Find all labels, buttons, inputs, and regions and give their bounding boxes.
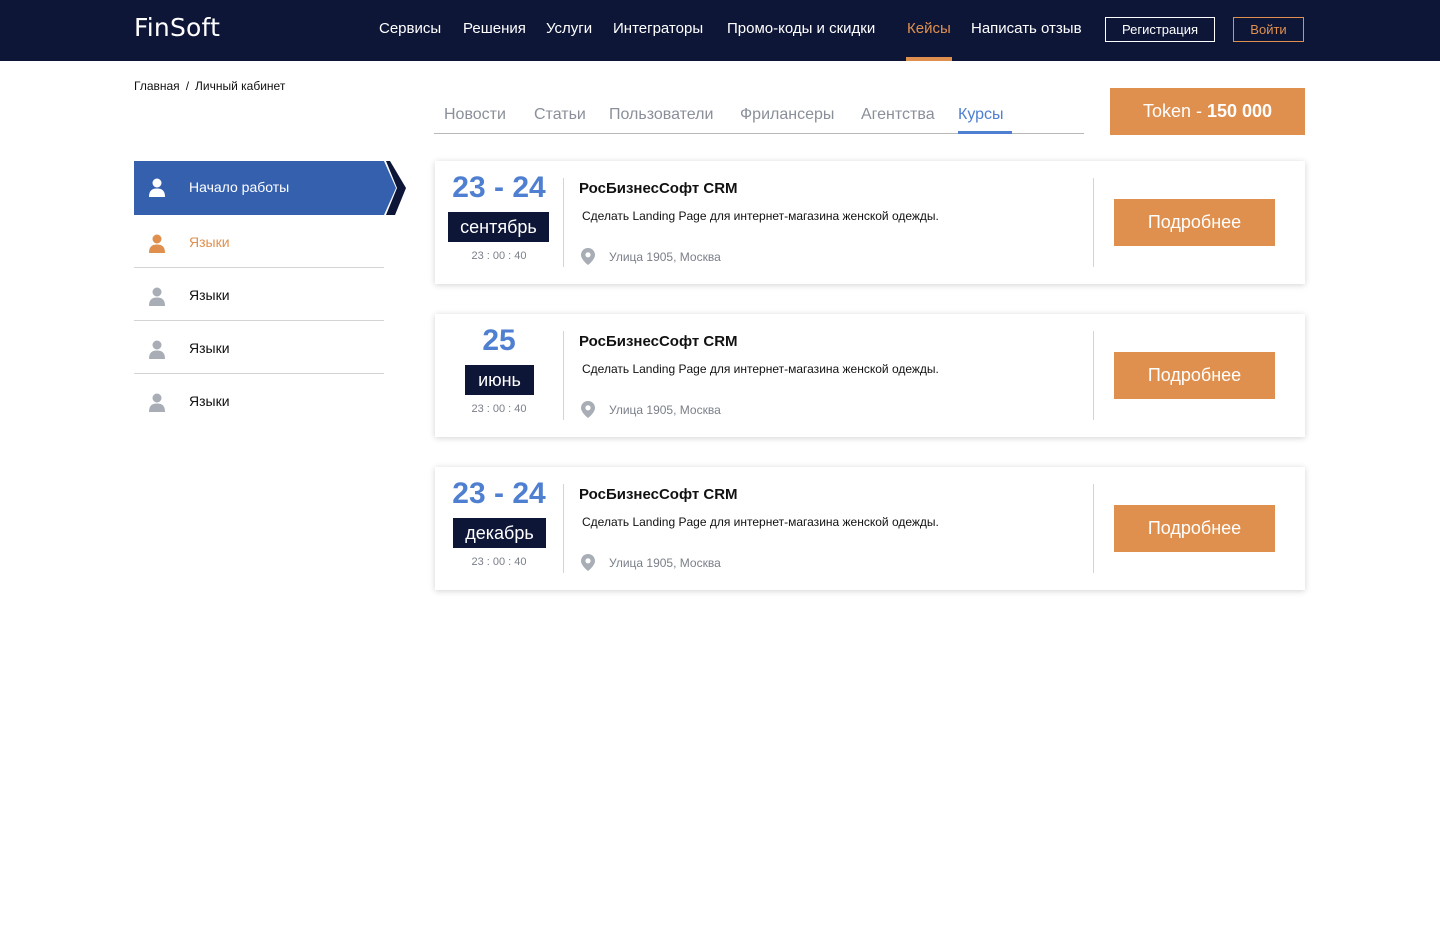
active-nav-indicator bbox=[906, 57, 952, 61]
event-address: Улица 1905, Москва bbox=[609, 250, 721, 264]
details-button[interactable]: Подробнее bbox=[1114, 505, 1275, 552]
top-navbar: FinSoft Сервисы Решения Услуги Интеграто… bbox=[0, 0, 1440, 61]
tab-articles[interactable]: Статьи bbox=[534, 106, 586, 124]
token-balance: Token -150 000 bbox=[1110, 88, 1305, 135]
user-icon bbox=[149, 340, 165, 359]
nav-services-offer[interactable]: Услуги bbox=[546, 20, 592, 37]
breadcrumb-current: Личный кабинет bbox=[195, 79, 286, 93]
event-date: 25 bbox=[482, 324, 516, 357]
login-button[interactable]: Войти bbox=[1233, 17, 1304, 42]
event-description: Сделать Landing Page для интернет-магази… bbox=[582, 362, 939, 376]
nav-cases[interactable]: Кейсы bbox=[907, 20, 951, 37]
tab-agencies[interactable]: Агентства bbox=[861, 106, 935, 124]
category-tabs: Новости Статьи Пользователи Фрилансеры А… bbox=[434, 104, 1084, 134]
divider bbox=[563, 484, 564, 573]
sidebar-item-getting-started[interactable]: Начало работы bbox=[134, 161, 406, 215]
divider bbox=[1093, 178, 1094, 267]
divider bbox=[563, 178, 564, 267]
event-month: декабрь bbox=[453, 518, 546, 548]
event-date: 23 - 24 bbox=[452, 171, 546, 204]
event-address: Улица 1905, Москва bbox=[609, 556, 721, 570]
event-month: июнь bbox=[465, 365, 534, 395]
event-card: 25 июнь 23 : 00 : 40 РосБизнесСофт CRM С… bbox=[435, 314, 1305, 437]
token-value: 150 000 bbox=[1206, 101, 1273, 121]
breadcrumb-home[interactable]: Главная bbox=[134, 79, 180, 93]
sidebar-item-label: Языки bbox=[189, 287, 230, 303]
register-button[interactable]: Регистрация bbox=[1105, 17, 1215, 42]
sidebar-item-label: Языки bbox=[189, 340, 230, 356]
active-tab-indicator bbox=[958, 131, 1012, 134]
event-date: 23 - 24 bbox=[452, 477, 546, 510]
event-title[interactable]: РосБизнесСофт CRM bbox=[579, 486, 738, 503]
token-label: Token - bbox=[1142, 101, 1202, 121]
sidebar-item-languages-1[interactable]: Языки bbox=[134, 215, 384, 268]
nav-promo-codes[interactable]: Промо-коды и скидки bbox=[727, 20, 875, 37]
sidebar-item-label: Языки bbox=[189, 234, 230, 250]
divider bbox=[563, 331, 564, 420]
event-title[interactable]: РосБизнесСофт CRM bbox=[579, 180, 738, 197]
event-title[interactable]: РосБизнесСофт CRM bbox=[579, 333, 738, 350]
sidebar-item-languages-2[interactable]: Языки bbox=[134, 268, 384, 321]
breadcrumb: Главная / Личный кабинет bbox=[134, 79, 285, 93]
details-button[interactable]: Подробнее bbox=[1114, 352, 1275, 399]
nav-integrators[interactable]: Интеграторы bbox=[613, 20, 703, 37]
event-card: 23 - 24 декабрь 23 : 00 : 40 РосБизнесСо… bbox=[435, 467, 1305, 590]
event-description: Сделать Landing Page для интернет-магази… bbox=[582, 515, 939, 529]
user-icon bbox=[149, 178, 165, 197]
sidebar-item-languages-4[interactable]: Языки bbox=[134, 374, 384, 427]
event-time: 23 : 00 : 40 bbox=[471, 403, 527, 415]
event-card: 23 - 24 сентябрь 23 : 00 : 40 РосБизнесС… bbox=[435, 161, 1305, 284]
details-button[interactable]: Подробнее bbox=[1114, 199, 1275, 246]
user-icon bbox=[149, 234, 165, 253]
divider bbox=[1093, 331, 1094, 420]
nav-solutions[interactable]: Решения bbox=[463, 20, 526, 37]
breadcrumb-separator: / bbox=[185, 79, 190, 93]
location-pin-icon bbox=[581, 248, 595, 265]
tab-freelancers[interactable]: Фрилансеры bbox=[740, 106, 834, 124]
event-time: 23 : 00 : 40 bbox=[471, 556, 527, 568]
location-pin-icon bbox=[581, 401, 595, 418]
location-pin-icon bbox=[581, 554, 595, 571]
nav-write-review[interactable]: Написать отзыв bbox=[971, 20, 1082, 37]
user-icon bbox=[149, 287, 165, 306]
sidebar-item-label: Языки bbox=[189, 393, 230, 409]
sidebar-item-languages-3[interactable]: Языки bbox=[134, 321, 384, 374]
logo[interactable]: FinSoft bbox=[134, 13, 220, 42]
event-description: Сделать Landing Page для интернет-магази… bbox=[582, 209, 939, 223]
nav-services[interactable]: Сервисы bbox=[379, 20, 441, 37]
divider bbox=[1093, 484, 1094, 573]
tab-users[interactable]: Пользователи bbox=[609, 106, 713, 124]
sidebar-item-label: Начало работы bbox=[189, 179, 290, 195]
event-address: Улица 1905, Москва bbox=[609, 403, 721, 417]
tab-courses[interactable]: Курсы bbox=[958, 106, 1004, 124]
event-time: 23 : 00 : 40 bbox=[471, 250, 527, 262]
user-icon bbox=[149, 393, 165, 412]
tab-news[interactable]: Новости bbox=[444, 106, 506, 124]
event-month: сентябрь bbox=[448, 212, 549, 242]
